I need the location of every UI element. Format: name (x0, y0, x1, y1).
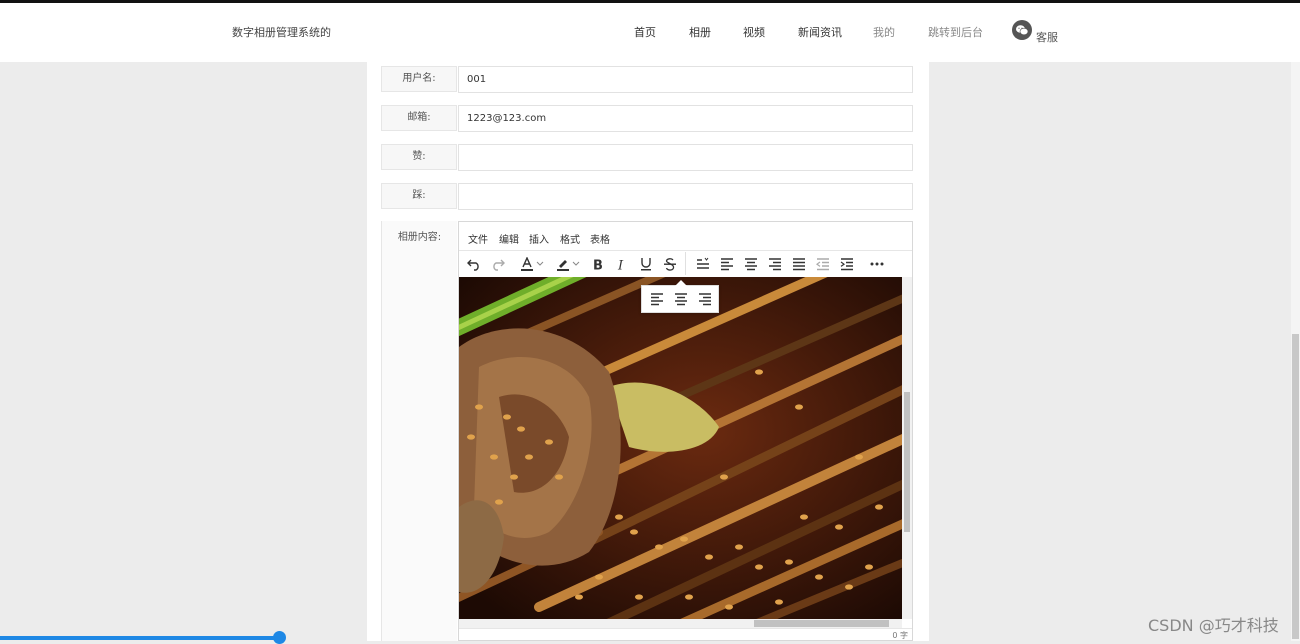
editor-content-image[interactable] (459, 277, 902, 619)
editor-vertical-scroll-thumb[interactable] (904, 392, 910, 532)
email-field[interactable]: 1223@123.com (458, 105, 913, 132)
highlight-color-icon[interactable] (553, 254, 573, 274)
image-align-center-icon[interactable] (671, 289, 691, 309)
site-header: 数字相册管理系统的 首页 相册 视频 新闻资讯 我的 跳转到后台 客服 (0, 3, 1300, 62)
line-height-icon[interactable] (693, 254, 713, 274)
editor-statusbar: 0 字 (459, 628, 912, 641)
editor-vertical-scrollbar[interactable] (902, 277, 912, 619)
username-field[interactable]: 001 (458, 66, 913, 93)
editor-horizontal-scroll-thumb[interactable] (754, 620, 889, 627)
content-label: 相册内容: (381, 221, 457, 641)
editor-horizontal-scrollbar[interactable] (459, 619, 902, 628)
popup-arrow (675, 280, 687, 286)
undo-icon[interactable] (464, 254, 484, 274)
email-label: 邮箱: (381, 105, 457, 131)
word-count: 0 字 (892, 631, 908, 640)
nav-videos[interactable]: 视频 (743, 24, 765, 40)
image-align-right-icon[interactable] (695, 289, 715, 309)
watermark: CSDN @巧才科技 (1148, 616, 1279, 635)
align-left-icon[interactable] (717, 254, 737, 274)
nav-news[interactable]: 新闻资讯 (798, 24, 842, 40)
text-color-dropdown-icon[interactable] (535, 254, 545, 274)
wechat-icon[interactable] (1012, 20, 1032, 40)
editor-toolbar: B I (459, 250, 912, 278)
svg-text:B: B (593, 258, 603, 271)
highlight-dropdown-icon[interactable] (571, 254, 581, 274)
nav-albums[interactable]: 相册 (689, 24, 711, 40)
site-brand[interactable]: 数字相册管理系统的 (232, 24, 331, 40)
align-right-icon[interactable] (765, 254, 785, 274)
outdent-icon[interactable] (813, 254, 833, 274)
menu-file[interactable]: 文件 (468, 231, 488, 246)
menu-format[interactable]: 格式 (560, 231, 580, 246)
menu-edit[interactable]: 编辑 (499, 231, 519, 246)
svg-text:I: I (617, 258, 624, 271)
editor-menubar: 文件 编辑 插入 格式 表格 (459, 222, 912, 251)
strikethrough-icon[interactable] (660, 254, 680, 274)
image-align-popup (641, 280, 719, 313)
video-progress-bar[interactable] (0, 636, 280, 640)
more-options-icon[interactable] (867, 254, 887, 274)
page-scroll-thumb[interactable] (1292, 334, 1299, 639)
toolbar-separator (685, 252, 686, 275)
image-align-left-icon[interactable] (647, 289, 667, 309)
nav-mine[interactable]: 我的 (873, 24, 895, 40)
dislike-field[interactable] (458, 183, 913, 210)
indent-icon[interactable] (837, 254, 857, 274)
menu-table[interactable]: 表格 (590, 231, 610, 246)
menu-insert[interactable]: 插入 (529, 231, 549, 246)
like-field[interactable] (458, 144, 913, 171)
underline-icon[interactable] (636, 254, 656, 274)
italic-icon[interactable]: I (612, 254, 632, 274)
video-progress-knob[interactable] (273, 631, 286, 644)
like-label: 赞: (381, 144, 457, 170)
bold-icon[interactable]: B (588, 254, 608, 274)
redo-icon[interactable] (488, 254, 508, 274)
align-center-icon[interactable] (741, 254, 761, 274)
nav-admin[interactable]: 跳转到后台 (928, 24, 983, 40)
page-scrollbar[interactable] (1291, 62, 1300, 641)
customer-service-label[interactable]: 客服 (1036, 29, 1058, 45)
username-label: 用户名: (381, 66, 457, 92)
align-justify-icon[interactable] (789, 254, 809, 274)
text-color-icon[interactable] (517, 254, 537, 274)
dislike-label: 踩: (381, 183, 457, 209)
nav-home[interactable]: 首页 (634, 24, 656, 40)
